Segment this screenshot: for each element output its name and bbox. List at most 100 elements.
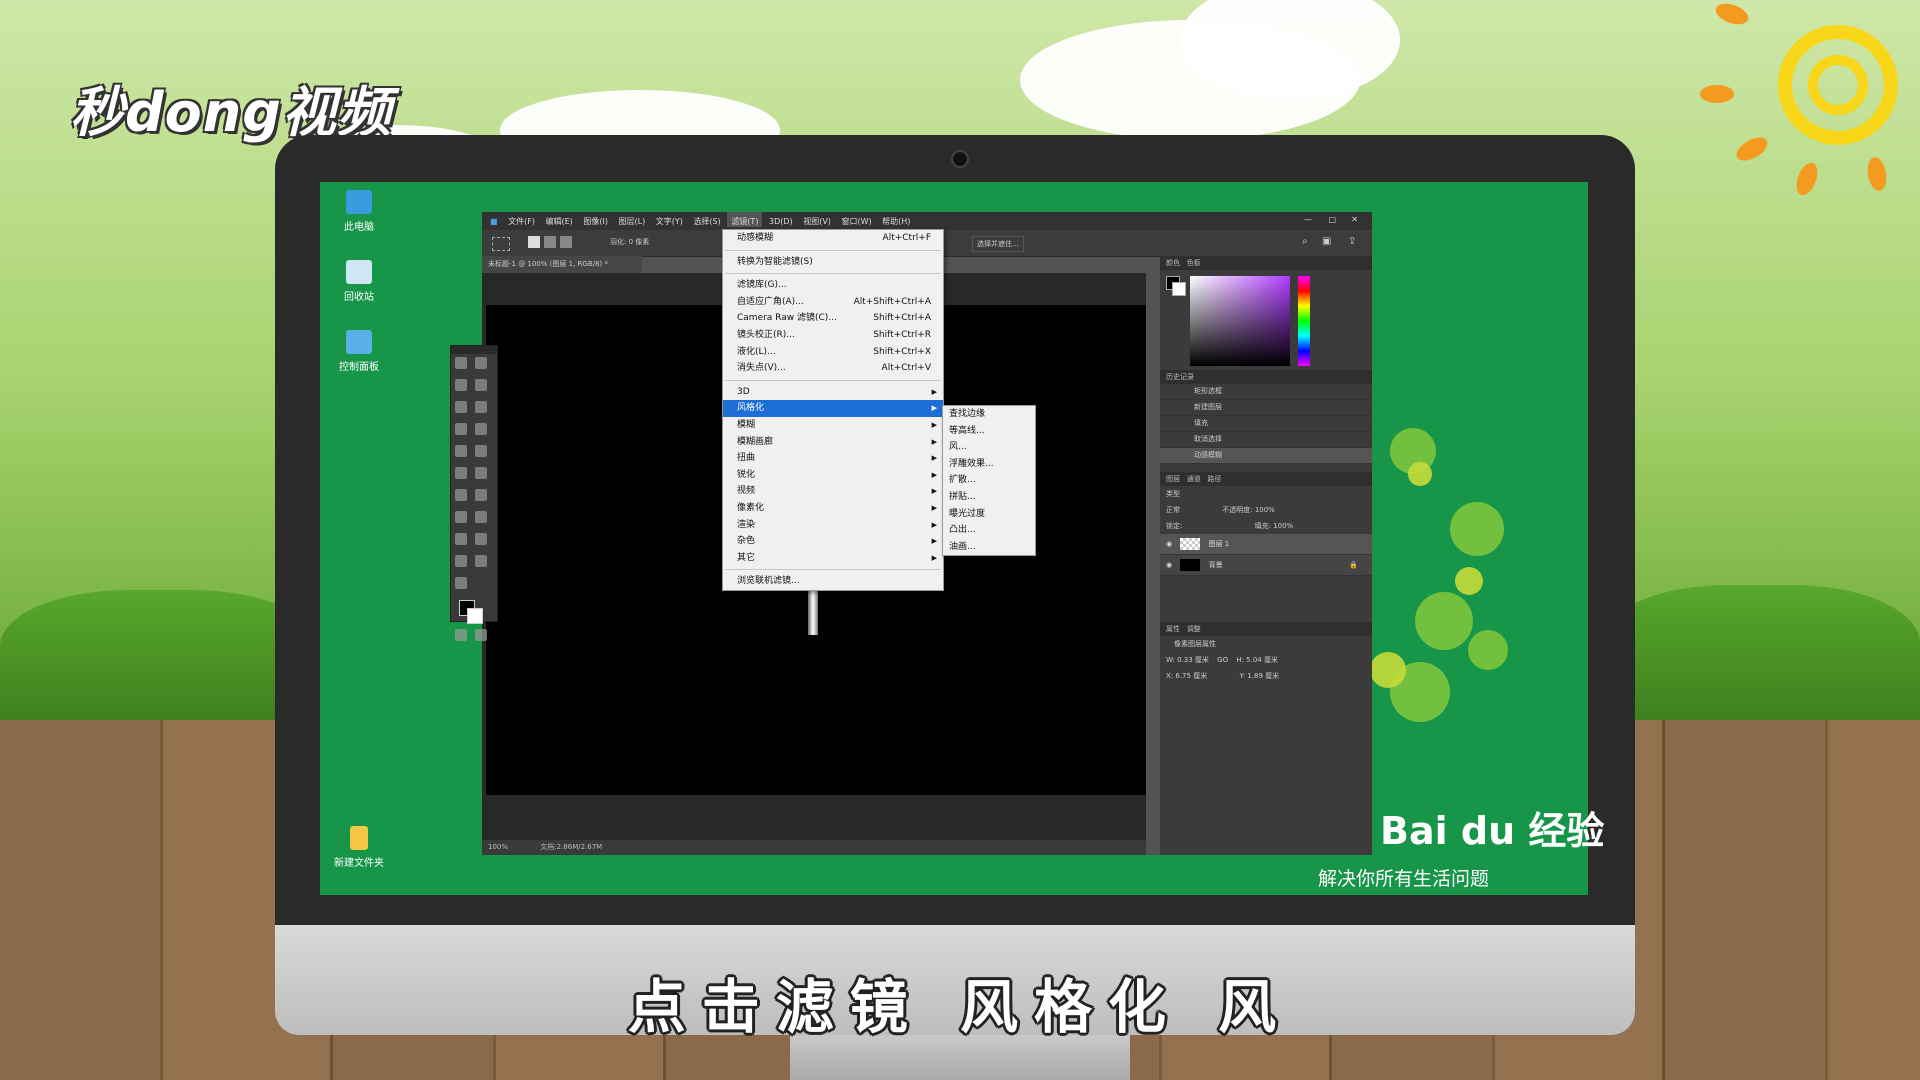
menu-item-render[interactable]: 渲染 ▶ [723, 517, 943, 534]
close-button[interactable]: ✕ [1351, 215, 1358, 224]
desktop-icon-recycle-bin[interactable]: 回收站 [324, 260, 394, 303]
desktop-icon-control-panel[interactable]: 控制面板 [324, 330, 394, 373]
zoom-tool-icon[interactable] [475, 555, 487, 567]
quick-select-tool-icon[interactable] [475, 379, 487, 391]
marquee-tool-icon[interactable] [475, 357, 487, 369]
menu-help[interactable]: 帮助(H) [878, 212, 914, 227]
prop-width[interactable]: W: 0.33 厘米 [1166, 656, 1209, 664]
fill-field[interactable]: 填充: 100% [1185, 522, 1294, 530]
path-select-icon[interactable] [455, 533, 467, 545]
maximize-button[interactable]: □ [1328, 215, 1336, 224]
crop-tool-icon[interactable] [455, 401, 467, 413]
tab-adjustments[interactable]: 调整 [1187, 625, 1201, 633]
eyedropper-tool-icon[interactable] [475, 401, 487, 413]
menu-item-smart-filter[interactable]: 转换为智能滤镜(S) [723, 254, 943, 271]
opacity-field[interactable]: 不透明度: 100% [1182, 506, 1275, 514]
subtract-selection-icon[interactable] [560, 236, 572, 248]
healing-tool-icon[interactable] [455, 423, 467, 435]
menu-item-pixelate[interactable]: 像素化 ▶ [723, 500, 943, 517]
submenu-item-diffuse[interactable]: 扩散... [943, 472, 1035, 489]
menu-window[interactable]: 窗口(W) [837, 212, 875, 227]
tab-color[interactable]: 颜色 [1166, 259, 1180, 267]
menu-item-stylize[interactable]: 风格化 ▶ [723, 400, 943, 417]
gradient-tool-icon[interactable] [475, 467, 487, 479]
menu-layer[interactable]: 图层(L) [615, 212, 650, 227]
history-item[interactable]: 填充 [1160, 416, 1372, 432]
desktop-icon-new-folder[interactable]: 新建文件夹 [324, 826, 394, 869]
history-item[interactable]: 矩形选框 [1160, 384, 1372, 400]
menu-item-3d[interactable]: 3D ▶ [723, 384, 943, 401]
menu-item-filter-gallery[interactable]: 滤镜库(G)... [723, 277, 943, 294]
submenu-item-oil-paint[interactable]: 油画... [943, 539, 1035, 556]
pen-tool-icon[interactable] [455, 511, 467, 523]
blur-tool-icon[interactable] [455, 489, 467, 501]
new-selection-icon[interactable] [528, 236, 540, 248]
menu-item-adaptive-wide-angle[interactable]: 自适应广角(A)... Alt+Shift+Ctrl+A [723, 294, 943, 311]
marquee-tool-icon[interactable] [492, 237, 510, 251]
more-tools-icon[interactable] [455, 577, 467, 589]
submenu-item-extrude[interactable]: 凸出... [943, 522, 1035, 539]
screen-mode-icon[interactable] [475, 629, 487, 641]
menu-item-vanishing-point[interactable]: 消失点(V)... Alt+Ctrl+V [723, 360, 943, 377]
select-and-mask-button[interactable]: 选择并遮住... [972, 236, 1024, 252]
submenu-item-emboss[interactable]: 浮雕效果... [943, 456, 1035, 473]
layer-kind-select[interactable]: 类型 [1166, 490, 1180, 498]
menu-item-video[interactable]: 视频 ▶ [723, 483, 943, 500]
layer-name[interactable]: 图层 1 [1203, 540, 1230, 548]
menu-item-liquify[interactable]: 液化(L)... Shift+Ctrl+X [723, 344, 943, 361]
menu-3d[interactable]: 3D(D) [765, 213, 797, 226]
submenu-item-find-edges[interactable]: 查找边缘 [943, 406, 1035, 423]
menu-filter[interactable]: 滤镜(T) [727, 212, 763, 227]
submenu-item-wind[interactable]: 风... [943, 439, 1035, 456]
move-tool-icon[interactable] [455, 357, 467, 369]
layer-row[interactable]: ◉ 背景 🔒 [1160, 555, 1372, 576]
menu-item-lens-correction[interactable]: 镜头校正(R)... Shift+Ctrl+R [723, 327, 943, 344]
menu-view[interactable]: 视图(V) [799, 212, 835, 227]
tab-channels[interactable]: 通道 [1187, 475, 1201, 483]
menu-select[interactable]: 选择(S) [689, 212, 724, 227]
eye-icon[interactable]: ◉ [1160, 561, 1178, 569]
feather-field[interactable]: 羽化: 0 像素 [610, 237, 649, 247]
eraser-tool-icon[interactable] [455, 467, 467, 479]
dodge-tool-icon[interactable] [475, 489, 487, 501]
toolbox-handle[interactable] [451, 346, 497, 354]
link-icon[interactable]: GO [1211, 656, 1228, 664]
eye-icon[interactable]: ◉ [1160, 540, 1178, 548]
add-selection-icon[interactable] [544, 236, 556, 248]
color-field[interactable] [1190, 276, 1290, 366]
search-icon[interactable]: ⌕ [1302, 236, 1308, 247]
tab-swatches[interactable]: 色板 [1187, 259, 1201, 267]
menu-item-camera-raw[interactable]: Camera Raw 滤镜(C)... Shift+Ctrl+A [723, 310, 943, 327]
menu-item-sharpen[interactable]: 锐化 ▶ [723, 467, 943, 484]
stamp-tool-icon[interactable] [455, 445, 467, 457]
tab-layers[interactable]: 图层 [1166, 475, 1180, 483]
type-tool-icon[interactable] [475, 511, 487, 523]
submenu-item-contour[interactable]: 等高线... [943, 423, 1035, 440]
submenu-item-tiles[interactable]: 拼贴... [943, 489, 1035, 506]
prop-x[interactable]: X: 6.75 厘米 [1166, 672, 1207, 680]
workspace-icon[interactable]: ▣ [1322, 236, 1331, 247]
history-item-selected[interactable]: 动感模糊 [1160, 448, 1372, 464]
history-brush-icon[interactable] [475, 445, 487, 457]
prop-y[interactable]: Y: 1.89 厘米 [1209, 672, 1279, 680]
menu-image[interactable]: 图像(I) [579, 212, 612, 227]
layer-row-selected[interactable]: ◉ 图层 1 [1160, 534, 1372, 555]
history-item[interactable]: 新建图层 [1160, 400, 1372, 416]
menu-item-blur[interactable]: 模糊 ▶ [723, 417, 943, 434]
quick-mask-icon[interactable] [455, 629, 467, 641]
shape-tool-icon[interactable] [475, 533, 487, 545]
menu-item-distort[interactable]: 扭曲 ▶ [723, 450, 943, 467]
hand-tool-icon[interactable] [455, 555, 467, 567]
tab-properties[interactable]: 属性 [1166, 625, 1180, 633]
menu-edit[interactable]: 编辑(E) [542, 212, 577, 227]
minimize-button[interactable]: — [1304, 215, 1312, 224]
menu-item-blur-gallery[interactable]: 模糊画廊 ▶ [723, 434, 943, 451]
lasso-tool-icon[interactable] [455, 379, 467, 391]
hue-slider[interactable] [1298, 276, 1310, 366]
menu-type[interactable]: 文字(Y) [652, 212, 687, 227]
brush-tool-icon[interactable] [475, 423, 487, 435]
desktop-icon-computer[interactable]: 此电脑 [324, 190, 394, 233]
menu-file[interactable]: 文件(F) [504, 212, 539, 227]
document-tab[interactable]: 未标题-1 @ 100% (图层 1, RGB/8) * [482, 256, 642, 273]
layer-name[interactable]: 背景 [1203, 561, 1223, 569]
